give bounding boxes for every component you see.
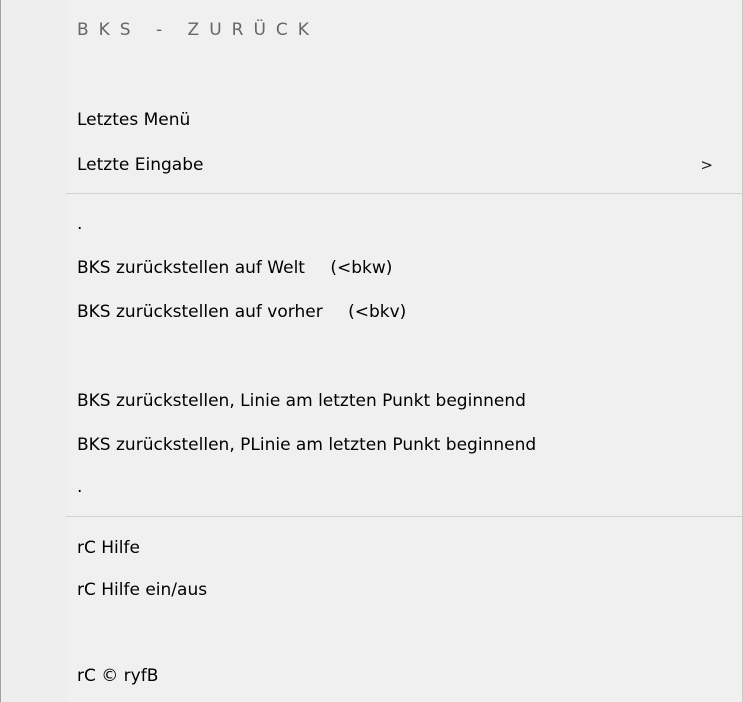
menu-item-label: rC © ryfB <box>77 666 159 686</box>
menu-item-label: rC Hilfe <box>77 538 140 558</box>
menu-item-bks-linie[interactable]: BKS zurückstellen, Linie am letzten Punk… <box>77 389 526 413</box>
menu-icon-gutter <box>2 0 67 702</box>
menu-item-bks-welt[interactable]: BKS zurückstellen auf Welt (<bkw) <box>77 256 392 280</box>
menu-item-shortcut: (<bkv) <box>348 302 407 322</box>
menu-item-label: rC Hilfe ein/aus <box>77 580 208 600</box>
menu-item-label: . <box>77 477 83 497</box>
menu-item-label: BKS zurückstellen, Linie am letzten Punk… <box>77 391 526 411</box>
menu-item-label: BKS zurückstellen auf Welt <box>77 258 305 278</box>
menu-item-letztes-menue[interactable]: Letztes Menü <box>77 108 190 132</box>
context-menu: BKS - ZURÜCK Letztes Menü Letzte Eingabe… <box>0 0 743 702</box>
menu-item-rc-hilfe[interactable]: rC Hilfe <box>77 536 140 560</box>
menu-separator <box>66 516 742 517</box>
menu-item-label: . <box>77 214 83 234</box>
menu-item-letzte-eingabe[interactable]: Letzte Eingabe > <box>77 153 729 177</box>
menu-title: BKS - ZURÜCK <box>77 20 319 40</box>
menu-item-shortcut: (<bkw) <box>330 258 393 278</box>
menu-item-label: BKS zurückstellen auf vorher <box>77 302 323 322</box>
menu-item-label: Letztes Menü <box>77 110 191 130</box>
menu-item-bks-plinie[interactable]: BKS zurückstellen, PLinie am letzten Pun… <box>77 433 536 457</box>
menu-item-label: Letzte Eingabe <box>77 155 204 175</box>
menu-separator <box>66 193 742 194</box>
chevron-right-icon: > <box>700 156 713 174</box>
menu-item-bks-vorher[interactable]: BKS zurückstellen auf vorher (<bkv) <box>77 300 406 324</box>
menu-item-label: BKS zurückstellen, PLinie am letzten Pun… <box>77 435 537 455</box>
menu-item-rc-hilfe-ein-aus[interactable]: rC Hilfe ein/aus <box>77 578 207 602</box>
menu-item-rc-copyright[interactable]: rC © ryfB <box>77 664 158 688</box>
menu-item-dot[interactable]: . <box>77 475 82 499</box>
menu-item-dot[interactable]: . <box>77 212 82 236</box>
